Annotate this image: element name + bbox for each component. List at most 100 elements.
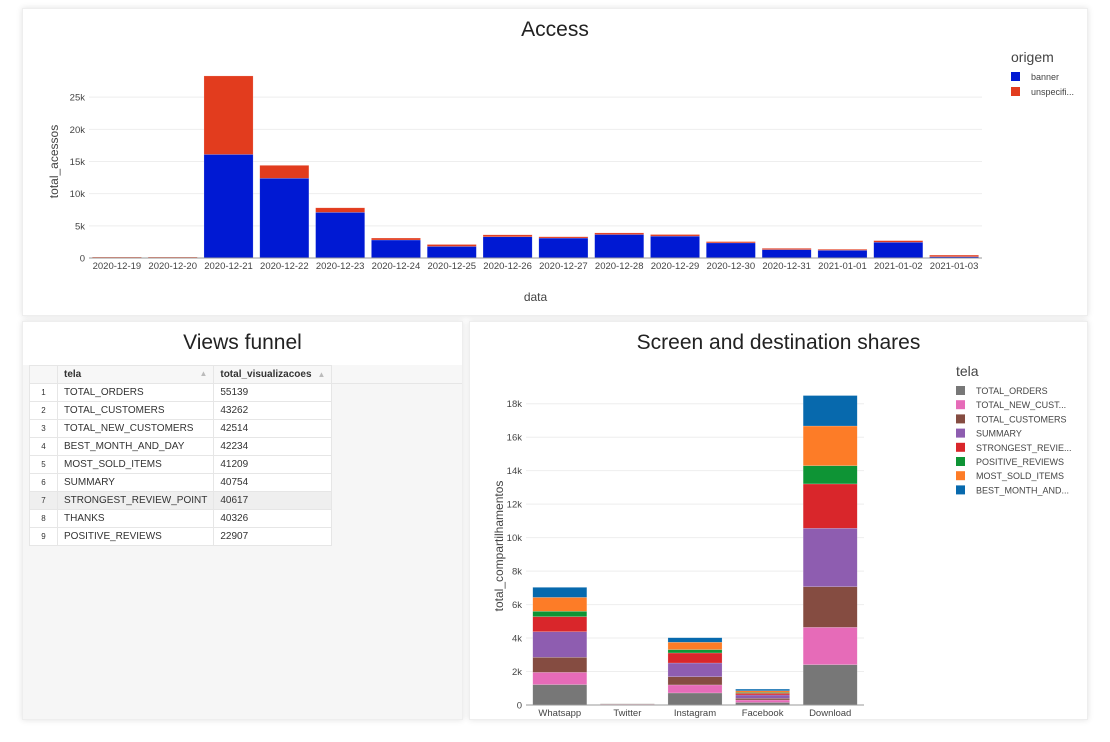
table-row[interactable]: 5 MOST_SOLD_ITEMS 41209 [29, 455, 333, 474]
bar-segment-unspecifi- [761, 248, 812, 250]
row-index: 9 [29, 527, 58, 546]
x-tick-label: Instagram [674, 708, 716, 719]
table-row[interactable]: 9 POSITIVE_REVIEWS 22907 [29, 527, 333, 546]
bar-segment-unspecifi- [315, 207, 365, 213]
table-row[interactable]: 3 TOTAL_NEW_CUSTOMERS 42514 [29, 419, 333, 438]
bar-segment-strongest-revie- [735, 693, 790, 696]
bar-segment-unspecifi- [706, 241, 756, 244]
legend-item: POSITIVE_REVIEWS [976, 457, 1064, 467]
legend-swatch [956, 485, 965, 495]
x-tick-label: 2020-12-23 [316, 261, 365, 272]
y-axis-label: total_compartilhamentos [492, 481, 506, 612]
bar-segment-total-new-cust- [667, 684, 723, 694]
bar-segment-banner [817, 250, 868, 259]
bar-segment-most-sold-items [667, 641, 723, 650]
y-tick-label: 18k [507, 399, 523, 410]
legend-swatch [1011, 87, 1020, 96]
y-tick-label: 20k [70, 125, 86, 136]
views-funnel-panel: Views funnel tela ▲ total_visualizacoes ▲ … [22, 321, 463, 720]
bar-segment-banner [650, 235, 700, 259]
legend-swatch [956, 414, 965, 424]
x-tick-label: 2020-12-26 [483, 261, 532, 272]
bar-segment-total-customers [667, 676, 723, 686]
row-index: 3 [29, 419, 58, 438]
access-chart-panel: Access 0 5k 10k 15k 20k 25k 2020-12-19 2020-12-… [22, 8, 1088, 316]
table-row[interactable]: 7 STRONGEST_REVIEW_POINT 40617 [29, 491, 333, 510]
y-tick-label: 6k [512, 600, 522, 611]
bar-segment-total-customers [735, 698, 790, 701]
shares-chart-panel: Screen and destination shares 0 2k 4k 6k 8k 1… [469, 321, 1088, 720]
x-tick-label: Facebook [742, 708, 784, 719]
y-tick-label: 10k [70, 189, 86, 200]
x-tick-label: 2020-12-19 [93, 261, 142, 272]
x-tick-label: 2021-01-03 [930, 261, 979, 272]
y-tick-label: 0 [517, 701, 522, 712]
column-header-total-visualizacoes[interactable]: total_visualizacoes ▲ [213, 365, 333, 384]
row-index: 2 [29, 401, 58, 420]
y-axis-label: total_acessos [47, 125, 61, 198]
table-row[interactable]: 4 BEST_MONTH_AND_DAY 42234 [29, 437, 333, 456]
legend-item: TOTAL_CUSTOMERS [976, 414, 1067, 424]
bar-segment-summary [735, 694, 790, 699]
legend-swatch [956, 471, 965, 481]
bar-segment-banner [371, 239, 421, 259]
x-tick-label: 2020-12-24 [372, 261, 421, 272]
bar-segment-banner [538, 237, 589, 259]
bar-segment-banner [873, 241, 924, 259]
bar-segment-banner [482, 236, 533, 259]
table-title: Views funnel [183, 331, 302, 354]
x-tick-label: 2020-12-27 [539, 261, 588, 272]
y-tick-label: 0 [80, 254, 85, 265]
bar-segment-total-customers [802, 586, 858, 628]
bar-segment-strongest-revie- [667, 652, 723, 664]
bar-segment-summary [667, 662, 723, 677]
views-funnel-table: tela ▲ total_visualizacoes ▲ 1 TOTAL_ORDER… [29, 365, 333, 546]
bar-segment-unspecifi- [650, 234, 700, 237]
cell-tela: THANKS [56, 509, 215, 528]
x-tick-label: Whatsapp [538, 708, 581, 719]
sort-arrow-up-icon[interactable]: ▲ [199, 369, 207, 378]
access-chart: 0 5k 10k 15k 20k 25k 2020-12-19 2020-12-20 2020-… [47, 49, 1074, 304]
y-tick-label: 8k [512, 567, 522, 578]
bar-segment-positive-reviews [532, 611, 588, 617]
row-index: 5 [29, 455, 58, 474]
table-row[interactable]: 1 TOTAL_ORDERS 55139 [29, 383, 333, 402]
legend-item: TOTAL_ORDERS [976, 386, 1048, 396]
bar-segment-unspecifi- [817, 249, 868, 251]
cell-total-visualizacoes: 42234 [213, 437, 333, 456]
x-tick-label: Twitter [613, 708, 641, 719]
table-row[interactable]: 8 THANKS 40326 [29, 509, 333, 528]
bar-segment-unspecifi- [203, 75, 254, 155]
row-index: 6 [29, 473, 58, 492]
x-tick-label: 2020-12-20 [148, 261, 197, 272]
y-tick-label: 2k [512, 667, 522, 678]
y-tick-label: 5k [75, 221, 85, 232]
bar-segment-unspecifi- [594, 232, 645, 235]
cell-total-visualizacoes: 43262 [213, 401, 333, 420]
cell-tela: BEST_MONTH_AND_DAY [56, 437, 215, 456]
bar-segment-unspecifi- [259, 165, 310, 179]
bar-segment-total-orders [667, 692, 723, 706]
column-header-tela[interactable]: tela ▲ [56, 365, 215, 384]
y-tick-label: 25k [70, 93, 86, 104]
bar-segment-best-month-and- [802, 395, 858, 427]
cell-total-visualizacoes: 55139 [213, 383, 333, 402]
bar-segment-unspecifi- [371, 237, 421, 241]
bar-segment-unspecifi- [426, 244, 477, 247]
legend-item: STRONGEST_REVIE... [976, 443, 1072, 453]
bar-segment-banner [706, 242, 756, 259]
cell-total-visualizacoes: 41209 [213, 455, 333, 474]
x-tick-label: 2020-12-29 [651, 261, 700, 272]
x-tick-label: Download [809, 708, 851, 719]
bar-segment-total-new-cust- [532, 672, 588, 685]
bar-segment-positive-reviews [802, 465, 858, 485]
y-tick-label: 4k [512, 634, 522, 645]
table-row[interactable]: 2 TOTAL_CUSTOMERS 43262 [29, 401, 333, 420]
legend-swatch [956, 442, 965, 452]
cell-tela: MOST_SOLD_ITEMS [56, 455, 215, 474]
table-row[interactable]: 6 SUMMARY 40754 [29, 473, 333, 492]
sort-arrow-up-icon[interactable]: ▲ [318, 370, 326, 379]
bar-segment-best-month-and- [735, 688, 790, 692]
y-tick-label: 14k [507, 466, 523, 477]
cell-tela: STRONGEST_REVIEW_POINT [56, 491, 215, 510]
